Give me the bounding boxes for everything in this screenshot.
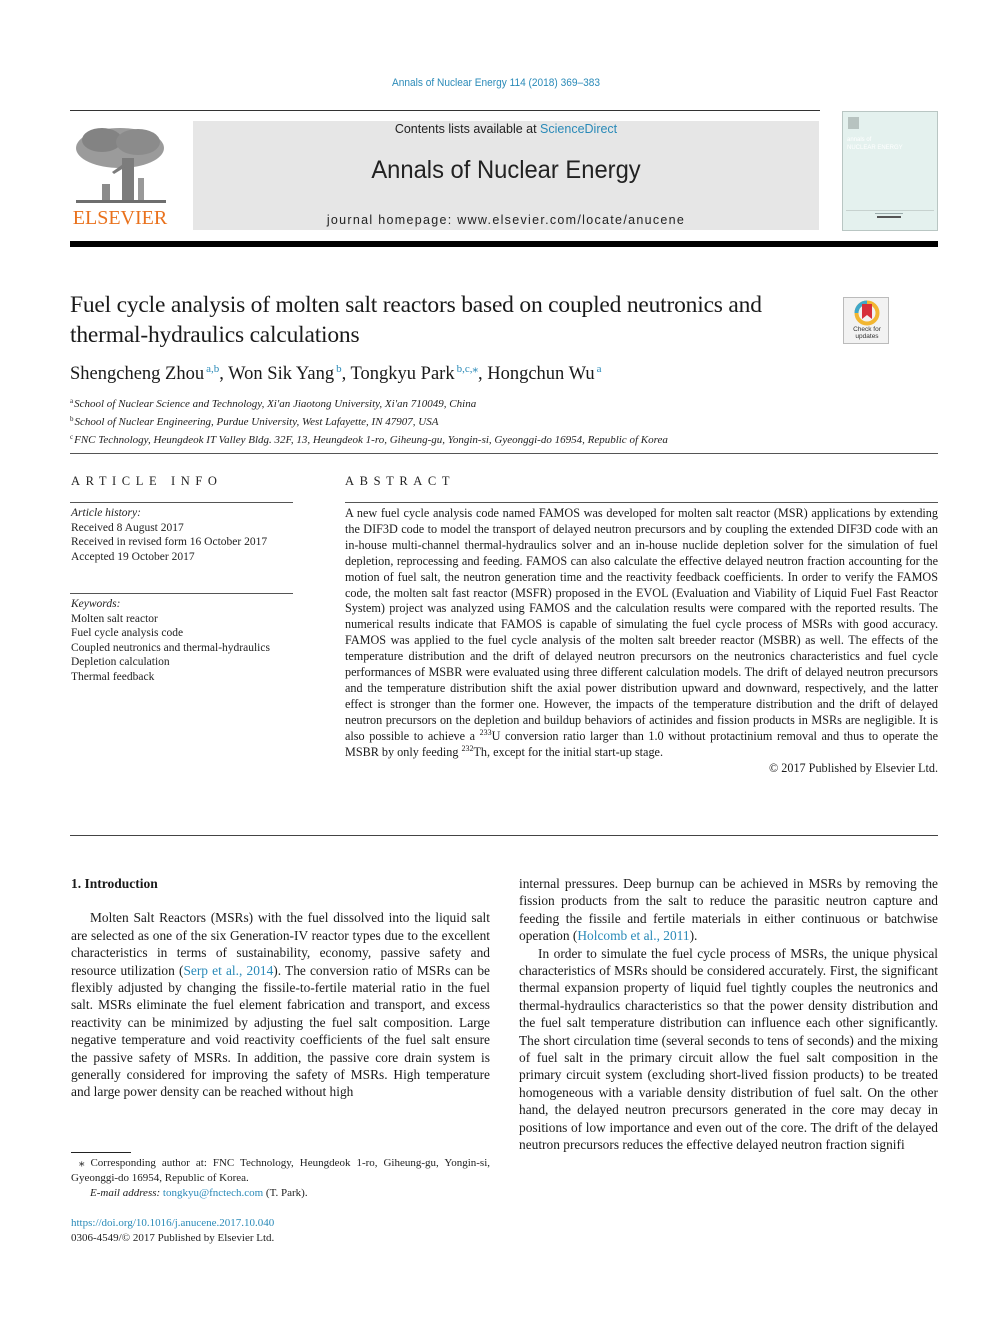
footnote-star: ⁎ (79, 1157, 85, 1169)
check-for-updates-button[interactable]: Check for updates (843, 297, 889, 344)
affiliation-key: b (70, 415, 74, 423)
keywords-rule (70, 593, 293, 594)
cover-title-line1: annals of (847, 137, 872, 143)
check-updates-label: Check for updates (844, 326, 890, 340)
citation-link[interactable]: Serp et al., 2014 (183, 963, 273, 978)
article-info-heading: ARTICLE INFO (71, 474, 223, 488)
abstract-text: A new fuel cycle analysis code named FAM… (345, 506, 938, 743)
footnote-text: Corresponding author at: FNC Technology,… (71, 1157, 490, 1184)
doi-block: https://doi.org/10.1016/j.anucene.2017.1… (71, 1216, 274, 1246)
section-divider (70, 453, 938, 454)
author-name[interactable]: Shengcheng Zhou (70, 364, 204, 384)
keyword-item: Molten salt reactor (71, 612, 158, 625)
journal-cover-thumbnail[interactable]: annals of NUCLEAR ENERGY (842, 111, 938, 231)
elsevier-tree-icon (76, 128, 166, 203)
keyword-item: Thermal feedback (71, 670, 155, 683)
contents-line: Contents lists available at ScienceDirec… (193, 122, 819, 136)
body-column-right: internal pressures. Deep burnup can be a… (519, 875, 938, 1154)
header-top-rule (70, 110, 820, 111)
affiliation-text: School of Nuclear Engineering, Purdue Un… (74, 416, 439, 428)
header-thick-rule (70, 241, 938, 247)
email-link[interactable]: tongkyu@fnctech.com (163, 1187, 263, 1199)
check-updates-line1: Check for (853, 326, 881, 333)
elsevier-wordmark: ELSEVIER (72, 207, 168, 229)
isotope-mass-number: 232 (461, 743, 474, 753)
keyword-item: Fuel cycle analysis code (71, 627, 184, 639)
body-paragraph: internal pressures. Deep burnup can be a… (519, 875, 938, 945)
keywords: Keywords: Molten salt reactor Fuel cycle… (71, 597, 270, 684)
abstract-bottom-rule (70, 835, 938, 836)
cover-title-line2: NUCLEAR ENERGY (847, 145, 903, 151)
sciencedirect-link[interactable]: ScienceDirect (540, 122, 617, 136)
journal-reference-link[interactable]: Annals of Nuclear Energy 114 (2018) 369–… (40, 77, 953, 89)
issn-copyright: 0306-4549/© 2017 Published by Elsevier L… (71, 1232, 275, 1244)
keyword-item: Depletion calculation (71, 656, 170, 668)
author-name[interactable]: Hongchun Wu (487, 364, 594, 384)
journal-title: Annals of Nuclear Energy (371, 156, 641, 184)
affiliation-key: a (70, 397, 74, 405)
affiliation-key: c (70, 433, 74, 441)
check-updates-icon (854, 300, 880, 326)
history-item: Accepted 19 October 2017 (71, 550, 195, 563)
affiliation-item: cFNC Technology, Heungdeok IT Valley Bld… (70, 430, 668, 448)
body-text: ). The conversion ratio of MSRs can be f… (71, 962, 490, 1100)
email-label: E-mail address: (90, 1187, 163, 1199)
email-suffix: (T. Park). (263, 1187, 308, 1199)
author-affiliation-marker[interactable]: b (336, 363, 342, 375)
article-info-rule (70, 502, 293, 503)
author-name[interactable]: Tongkyu Park (351, 364, 455, 384)
affiliation-item: bSchool of Nuclear Engineering, Purdue U… (70, 412, 668, 430)
footnote-rule (71, 1152, 131, 1153)
homepage-prefix: journal homepage: (326, 213, 458, 227)
keywords-label: Keywords: (71, 598, 121, 610)
affiliation-item: aSchool of Nuclear Science and Technolog… (70, 394, 668, 412)
cover-title: annals of NUCLEAR ENERGY (847, 136, 903, 152)
affiliations: aSchool of Nuclear Science and Technolog… (70, 394, 668, 448)
contents-prefix: Contents lists available at (394, 122, 541, 136)
cover-elsevier-icon (848, 117, 859, 129)
doi-link[interactable]: https://doi.org/10.1016/j.anucene.2017.1… (71, 1217, 274, 1229)
article-history: Article history: Received 8 August 2017 … (71, 506, 267, 564)
abstract-copyright: © 2017 Published by Elsevier Ltd. (768, 760, 938, 775)
check-updates-line2: updates (855, 333, 879, 340)
author-name[interactable]: Won Sik Yang (228, 364, 334, 384)
cover-footer-line (875, 213, 903, 214)
article-history-label: Article history: (71, 507, 141, 519)
body-column-left: 1. Introduction Molten Salt Reactors (MS… (71, 875, 490, 1101)
article-title: Fuel cycle analysis of molten salt react… (70, 292, 762, 348)
author-affiliation-marker[interactable]: a,b (206, 363, 219, 375)
homepage-url-link[interactable]: www.elsevier.com/locate/anucene (457, 213, 685, 227)
journal-homepage: journal homepage: www.elsevier.com/locat… (193, 213, 819, 227)
abstract-body: A new fuel cycle analysis code named FAM… (345, 506, 938, 776)
affiliation-text: FNC Technology, Heungdeok IT Valley Bldg… (74, 434, 668, 446)
cover-footer-logo (877, 216, 901, 218)
author-list: Shengcheng Zhou a,b, Won Sik Yang b, Tongk… (70, 363, 602, 384)
abstract-heading: ABSTRACT (345, 474, 456, 488)
body-paragraph: In order to simulate the fuel cycle proc… (519, 945, 938, 1153)
abstract-text: Th, except for the initial start-up stag… (473, 744, 663, 759)
affiliation-text: School of Nuclear Science and Technology… (74, 398, 477, 410)
email-line: E-mail address: tongkyu@fnctech.com (T. … (71, 1186, 490, 1201)
history-item: Received in revised form 16 October 2017 (71, 536, 268, 548)
body-paragraph: Molten Salt Reactors (MSRs) with the fue… (71, 909, 490, 1100)
citation-link[interactable]: Holcomb et al., 2011 (577, 928, 689, 943)
author-affiliation-marker[interactable]: a (597, 363, 602, 375)
keyword-item: Coupled neutronics and thermal-hydraulic… (71, 641, 270, 654)
corresponding-author-footnote: ⁎ Corresponding author at: FNC Technolog… (71, 1156, 490, 1201)
isotope-mass-number: 233 (479, 727, 492, 737)
elsevier-logo[interactable]: ELSEVIER (70, 118, 170, 232)
cover-rule (846, 210, 934, 211)
section-heading-introduction: 1. Introduction (71, 876, 158, 891)
author-affiliation-marker[interactable]: b,c,⁎ (457, 363, 478, 375)
body-text: ). (689, 928, 698, 944)
history-item: Received 8 August 2017 (71, 521, 184, 534)
abstract-rule (345, 502, 938, 503)
